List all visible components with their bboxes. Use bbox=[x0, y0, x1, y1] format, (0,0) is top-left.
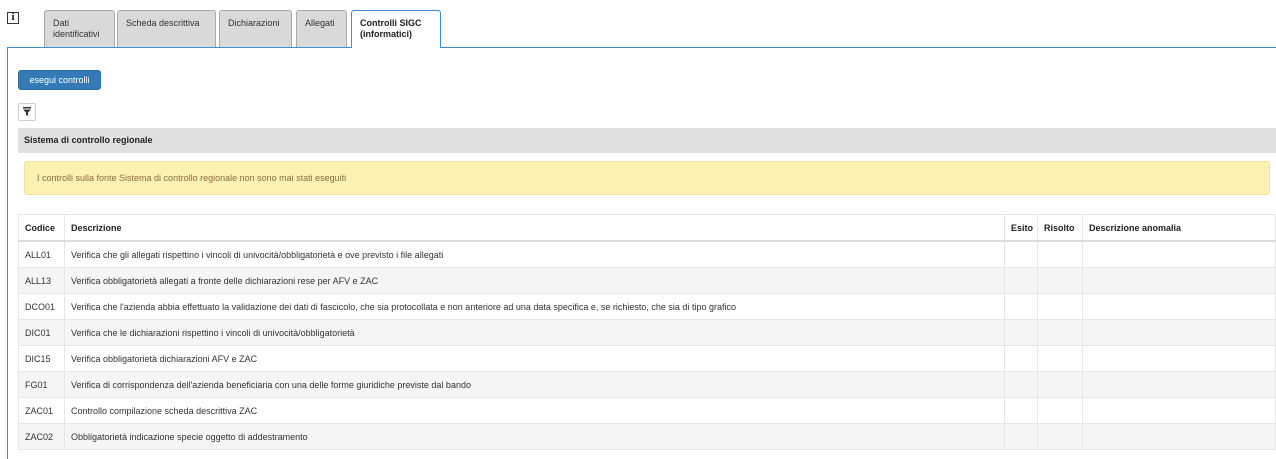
table-row: ALL13 Verifica obbligatorietà allegati a… bbox=[18, 267, 1276, 294]
cell-esito bbox=[1004, 423, 1038, 450]
cell-description: Verifica che le dichiarazioni rispettino… bbox=[64, 319, 1005, 346]
tab-label: Controlli SIGC bbox=[360, 18, 422, 28]
cell-anomalia bbox=[1082, 319, 1276, 346]
table-header-row: Codice Descrizione Esito Risolto Descriz… bbox=[18, 214, 1276, 242]
col-header-codice[interactable]: Codice bbox=[18, 214, 65, 242]
warning-alert: I controlli sulla fonte Sistema di contr… bbox=[24, 161, 1270, 195]
cell-code: DCO01 bbox=[18, 293, 65, 320]
cell-risolto bbox=[1037, 319, 1083, 346]
cell-description: Verifica che gli allegati rispettino i v… bbox=[64, 240, 1005, 268]
panel-border bbox=[7, 47, 8, 459]
table-row: DCO01 Verifica che l'azienda abbia effet… bbox=[18, 293, 1276, 320]
tab-scheda-descrittiva[interactable]: Scheda descrittiva bbox=[117, 10, 216, 47]
cell-code: FG01 bbox=[18, 371, 65, 398]
tab-label: Dichiarazioni bbox=[228, 18, 280, 28]
cell-anomalia bbox=[1082, 397, 1276, 424]
cell-risolto bbox=[1037, 423, 1083, 450]
cell-risolto bbox=[1037, 267, 1083, 294]
filter-icon bbox=[23, 106, 31, 116]
cell-code: ALL01 bbox=[18, 240, 65, 268]
cell-anomalia bbox=[1082, 293, 1276, 320]
cell-anomalia bbox=[1082, 345, 1276, 372]
cell-anomalia bbox=[1082, 267, 1276, 294]
tab-controlli-sigc[interactable]: Controlli SIGC (informatici) bbox=[351, 10, 441, 48]
cell-description: Verifica obbligatorietà dichiarazioni AF… bbox=[64, 345, 1005, 372]
cell-anomalia bbox=[1082, 371, 1276, 398]
cell-esito bbox=[1004, 319, 1038, 346]
col-header-risolto[interactable]: Risolto bbox=[1037, 214, 1083, 242]
cell-esito bbox=[1004, 345, 1038, 372]
cell-risolto bbox=[1037, 397, 1083, 424]
table-row: ZAC01 Controllo compilazione scheda desc… bbox=[18, 397, 1276, 424]
tab-label: Scheda descrittiva bbox=[126, 18, 200, 28]
cell-esito bbox=[1004, 293, 1038, 320]
run-checks-button[interactable]: esegui controlli bbox=[18, 70, 101, 90]
col-header-descrizione[interactable]: Descrizione bbox=[64, 214, 1005, 242]
cell-description: Verifica che l'azienda abbia effettuato … bbox=[64, 293, 1005, 320]
cell-code: ALL13 bbox=[18, 267, 65, 294]
table-row: DIC15 Verifica obbligatorietà dichiarazi… bbox=[18, 345, 1276, 372]
cell-description: Verifica obbligatorietà allegati a front… bbox=[64, 267, 1005, 294]
section-title: Sistema di controllo regionale bbox=[18, 128, 1276, 153]
col-header-esito[interactable]: Esito bbox=[1004, 214, 1038, 242]
cell-code: ZAC01 bbox=[18, 397, 65, 424]
tab-dati-identificativi[interactable]: Dati identificativi bbox=[44, 10, 115, 47]
cell-code: ZAC02 bbox=[18, 423, 65, 450]
tab-label: identificativi bbox=[53, 29, 100, 39]
tab-label: Dati bbox=[53, 18, 70, 28]
table-row: FG01 Verifica di corrispondenza dell'azi… bbox=[18, 371, 1276, 398]
tab-bar: Dati identificativi Scheda descrittiva D… bbox=[0, 0, 1276, 48]
tab-label: Allegati bbox=[305, 18, 335, 28]
cell-risolto bbox=[1037, 240, 1083, 268]
cell-esito bbox=[1004, 240, 1038, 268]
cell-code: DIC01 bbox=[18, 319, 65, 346]
controls-table: Codice Descrizione Esito Risolto Descriz… bbox=[18, 214, 1276, 450]
table-row: DIC01 Verifica che le dichiarazioni risp… bbox=[18, 319, 1276, 346]
cell-code: DIC15 bbox=[18, 345, 65, 372]
col-header-descrizione-anomalia[interactable]: Descrizione anomalia bbox=[1082, 214, 1276, 242]
cell-description: Obbligatorietà indicazione specie oggett… bbox=[64, 423, 1005, 450]
cell-anomalia bbox=[1082, 240, 1276, 268]
cell-description: Verifica di corrispondenza dell'azienda … bbox=[64, 371, 1005, 398]
cell-esito bbox=[1004, 371, 1038, 398]
cell-esito bbox=[1004, 397, 1038, 424]
cell-risolto bbox=[1037, 293, 1083, 320]
cell-anomalia bbox=[1082, 423, 1276, 450]
filter-button[interactable] bbox=[18, 103, 36, 121]
cell-risolto bbox=[1037, 345, 1083, 372]
cell-risolto bbox=[1037, 371, 1083, 398]
table-row: ALL01 Verifica che gli allegati rispetti… bbox=[18, 240, 1276, 268]
cell-esito bbox=[1004, 267, 1038, 294]
tab-dichiarazioni[interactable]: Dichiarazioni bbox=[219, 10, 292, 47]
cell-description: Controllo compilazione scheda descrittiv… bbox=[64, 397, 1005, 424]
tab-label: (informatici) bbox=[360, 29, 413, 39]
table-row: ZAC02 Obbligatorietà indicazione specie … bbox=[18, 423, 1276, 450]
tab-allegati[interactable]: Allegati bbox=[296, 10, 347, 47]
tab-divider bbox=[7, 47, 1276, 48]
